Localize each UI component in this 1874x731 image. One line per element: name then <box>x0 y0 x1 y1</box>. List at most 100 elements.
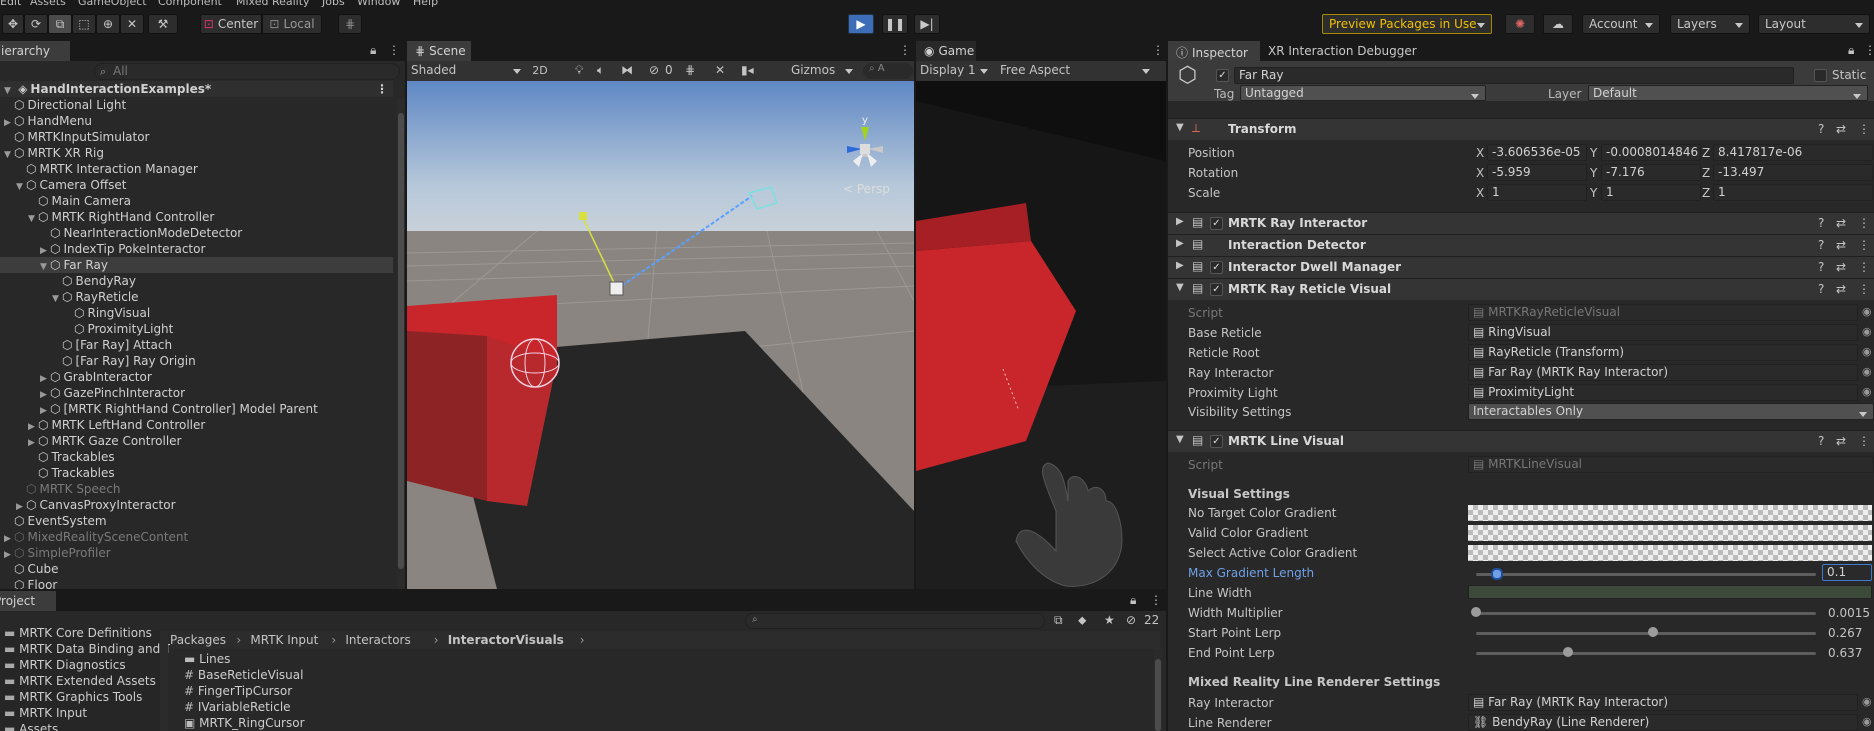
active-checkbox[interactable]: ✓ <box>1216 69 1229 82</box>
object-picker-icon[interactable]: ◉ <box>1862 305 1872 318</box>
project-folder-item[interactable]: ▬ MRTK Input <box>4 705 87 721</box>
aspect-dropdown[interactable]: Free Aspect <box>996 61 1156 81</box>
filter-label-icon[interactable]: ⬥ <box>1078 613 1086 628</box>
hierarchy-scroll-thumb[interactable] <box>398 113 404 569</box>
pause-button[interactable]: ❚❚ <box>882 14 908 34</box>
rect-tool-button[interactable]: ⬚ <box>72 14 96 34</box>
project-file-item[interactable]: # IVariableReticle <box>184 699 291 715</box>
component-menu-icon[interactable]: ⋮ <box>1858 434 1870 448</box>
object-picker-icon[interactable]: ◉ <box>1862 365 1872 378</box>
hierarchy-item[interactable]: ⬡ Trackables <box>0 449 393 465</box>
position-x-field[interactable]: -3.606536e-05 <box>1487 144 1587 161</box>
hierarchy-item[interactable]: ⬡ Trackables <box>0 465 393 481</box>
menu-mixed-reality[interactable]: Mixed Reality <box>236 0 310 8</box>
tools-icon[interactable]: ✕ <box>715 63 725 77</box>
object-picker-icon[interactable]: ◉ <box>1862 385 1872 398</box>
persp-label[interactable]: < Persp <box>843 182 890 196</box>
move-tool-button[interactable]: ✥ <box>2 14 24 34</box>
menu-component[interactable]: Component <box>158 0 222 8</box>
panel-menu-icon[interactable]: ⋮ <box>1150 593 1162 607</box>
renderer-ray-interactor-field[interactable]: ▤ Far Ray (MRTK Ray Interactor) <box>1468 694 1858 711</box>
editor-tools-button[interactable]: ⚒ <box>148 14 178 34</box>
preset-icon[interactable]: ⇄ <box>1836 434 1846 448</box>
project-file-item[interactable]: # FingerTipCursor <box>184 683 292 699</box>
hierarchy-item[interactable]: ▶ ⬡ MRTK LeftHand Controller <box>0 417 393 433</box>
scene-search-input[interactable]: ⌕ A <box>863 63 913 79</box>
project-folder-item[interactable]: ▬ MRTK Diagnostics <box>4 657 126 673</box>
camera-icon[interactable]: ▮◂ <box>741 63 754 77</box>
reticle-object-field[interactable]: ▤ RingVisual <box>1468 324 1858 341</box>
tab-scene[interactable]: ⋕ Scene <box>407 41 471 61</box>
pivot-center-button[interactable]: ⊡ Center <box>200 14 262 34</box>
project-folder-item[interactable]: ▬ MRTK Core Definitions <box>4 625 152 641</box>
project-file-item[interactable]: ▣ MRTK_RingCursor <box>184 715 305 731</box>
hierarchy-item[interactable]: ▼ ⬡ MRTK XR Rig <box>0 145 393 161</box>
menu-gameobject[interactable]: GameObject <box>78 0 147 8</box>
preset-icon[interactable]: ⇄ <box>1836 260 1846 274</box>
hierarchy-item[interactable]: ⬡ Cube <box>0 561 393 577</box>
reticle-object-field[interactable]: ▤ ProximityLight <box>1468 384 1858 401</box>
object-picker-icon[interactable]: ◉ <box>1862 325 1872 338</box>
width-multiplier-value[interactable]: 0.0015 <box>1828 606 1870 620</box>
shading-mode-dropdown[interactable]: Shaded <box>407 61 527 81</box>
lighting-icon[interactable]: 💡︎ <box>575 63 583 78</box>
cloud-button[interactable]: ☁ <box>1543 14 1573 34</box>
component-menu-icon[interactable]: ⋮ <box>1858 122 1870 136</box>
breadcrumb-item[interactable]: Packages <box>170 633 226 647</box>
rotation-y-field[interactable]: -7.176 <box>1601 164 1701 181</box>
tag-dropdown[interactable]: Untagged <box>1240 85 1486 101</box>
visibility-icon[interactable]: ⊘ <box>649 63 659 77</box>
hierarchy-item[interactable]: ⬡ MRTKInputSimulator <box>0 129 393 145</box>
transform-header[interactable]: ▼ ⟂ Transform ? ⇄ ⋮ <box>1168 118 1874 140</box>
layers-dropdown[interactable]: Layers <box>1670 14 1750 34</box>
space-local-button[interactable]: ⊡ Local <box>262 14 322 34</box>
hierarchy-item[interactable]: ▼ ⬡ Far Ray <box>0 257 393 273</box>
axis-x-label[interactable]: X <box>1476 146 1484 160</box>
help-icon[interactable]: ? <box>1818 434 1824 448</box>
tab-xr-debugger[interactable]: XR Interaction Debugger <box>1268 44 1417 58</box>
rotation-z-field[interactable]: -13.497 <box>1713 164 1873 181</box>
breadcrumb-item[interactable]: Interactors <box>345 633 410 647</box>
tab-inspector[interactable]: ⓘ Inspector <box>1168 41 1260 61</box>
scene-header-row[interactable]: ▼ ◈ HandInteractionExamples* ⋮ <box>0 81 393 97</box>
project-file-item[interactable]: # BaseReticleVisual <box>184 667 303 683</box>
preview-packages-badge[interactable]: Preview Packages in Use <box>1322 14 1492 34</box>
help-icon[interactable]: ? <box>1818 282 1824 296</box>
hierarchy-item[interactable]: ▼ ⬡ RayReticle <box>0 289 393 305</box>
max-gradient-length-knob[interactable] <box>1491 568 1504 580</box>
hierarchy-item[interactable]: ⬡ Directional Light <box>0 97 393 113</box>
end-point-lerp-slider[interactable] <box>1476 652 1816 655</box>
scale-x-field[interactable]: 1 <box>1487 184 1587 201</box>
hierarchy-item[interactable]: ▶ ⬡ MRTK Gaze Controller <box>0 433 393 449</box>
menu-assets[interactable]: Assets <box>30 0 66 8</box>
step-button[interactable]: ▶| <box>914 14 940 34</box>
grid-snap-button[interactable]: ⋕ <box>338 14 362 34</box>
hierarchy-item[interactable]: ⬡ BendyRay <box>0 273 393 289</box>
menu-window[interactable]: Window <box>357 0 400 8</box>
hierarchy-item[interactable]: ▶ ⬡ MixedRealitySceneContent <box>0 529 393 545</box>
breadcrumb-item[interactable]: MRTK Input <box>250 633 318 647</box>
custom-tool-button[interactable]: ✕ <box>120 14 144 34</box>
menu-help[interactable]: Help <box>413 0 438 8</box>
component-menu-icon[interactable]: ⋮ <box>1858 282 1870 296</box>
hierarchy-item[interactable]: ⬡ ProximityLight <box>0 321 393 337</box>
scene-menu-icon[interactable]: ⋮ <box>899 43 911 57</box>
line-width-curve[interactable] <box>1468 585 1872 599</box>
axis-y-label[interactable]: Y <box>1590 186 1597 200</box>
hierarchy-item[interactable]: ▶ ⬡ [MRTK RightHand Controller] Model Pare… <box>0 401 393 417</box>
component-header[interactable]: ▶ ▤? ⇄ ⋮ ✓ Interactor Dwell Manager <box>1168 256 1874 278</box>
panel-menu-icon[interactable]: ⋮ <box>388 43 400 57</box>
project-file-item[interactable]: ▬ Lines <box>184 651 230 667</box>
project-folder-item[interactable]: ▬ MRTK Extended Assets <box>4 673 156 689</box>
hierarchy-item[interactable]: ⬡ MRTK Speech <box>0 481 393 497</box>
component-enabled-checkbox[interactable]: ✓ <box>1210 217 1223 230</box>
object-picker-icon[interactable]: ◉ <box>1862 345 1872 358</box>
max-gradient-length-input[interactable]: 0.1 <box>1822 564 1872 581</box>
lock-icon[interactable]: 🔒︎ <box>1130 593 1136 608</box>
component-menu-icon[interactable]: ⋮ <box>1858 238 1870 252</box>
end-point-lerp-value[interactable]: 0.637 <box>1828 646 1862 660</box>
hierarchy-item[interactable]: ▶ ⬡ GrabInteractor <box>0 369 393 385</box>
scene-menu-icon[interactable]: ⋮ <box>376 81 388 97</box>
reticle-object-field[interactable]: ▤ RayReticle (Transform) <box>1468 344 1858 361</box>
hierarchy-item[interactable]: ▶ ⬡ GazePinchInteractor <box>0 385 393 401</box>
